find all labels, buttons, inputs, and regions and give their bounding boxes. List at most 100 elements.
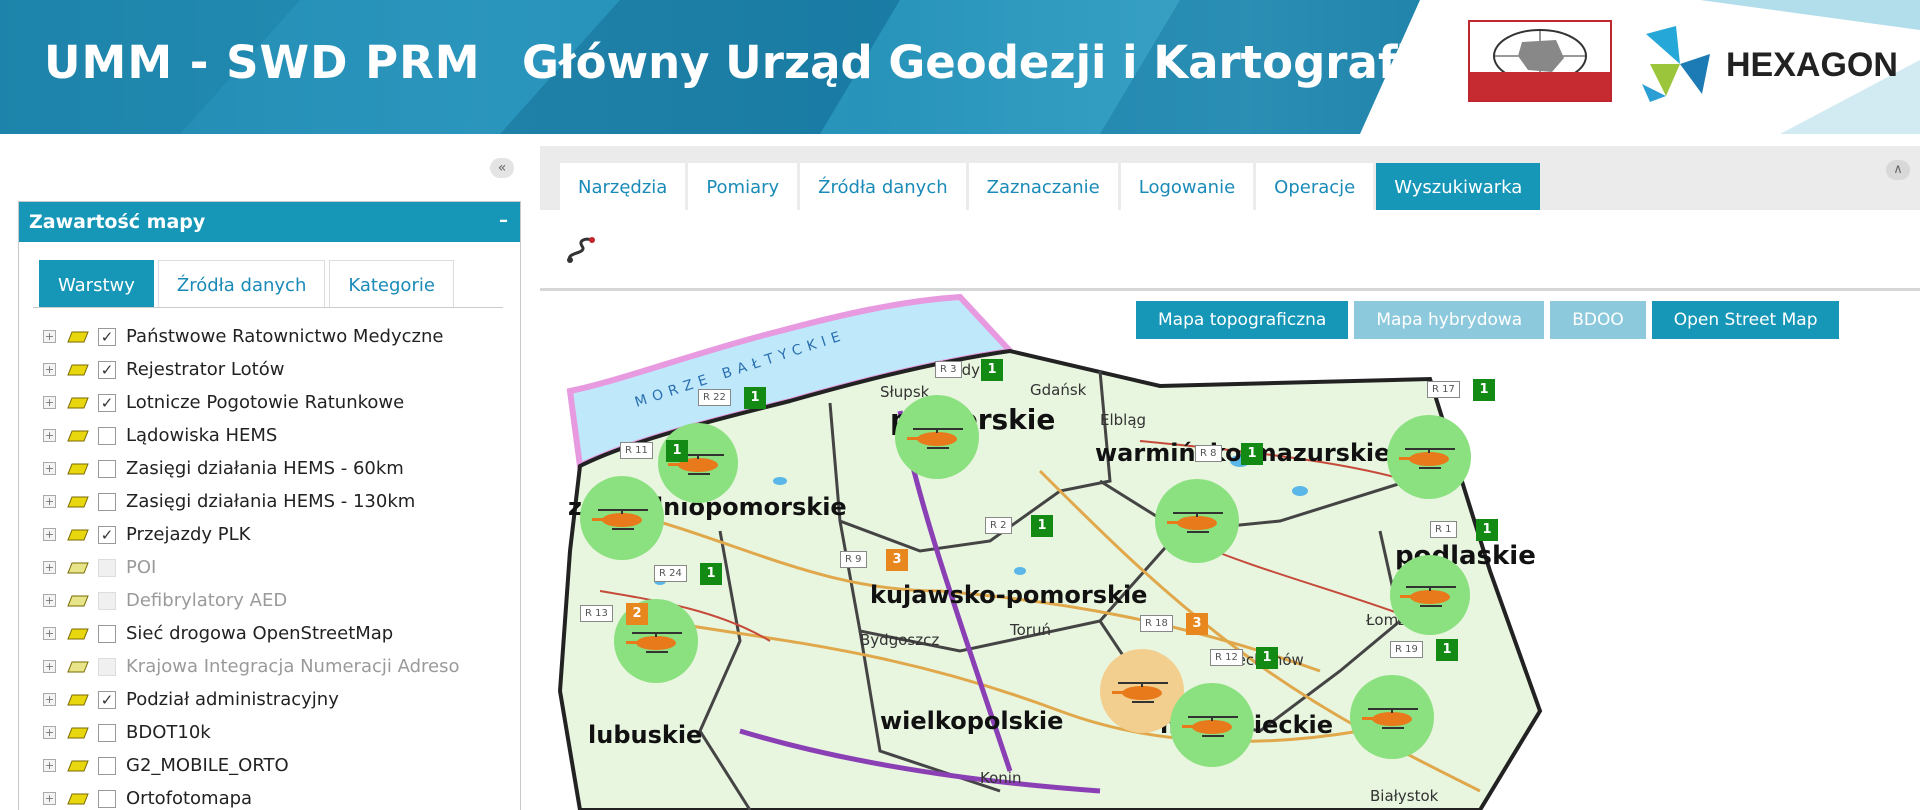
- marker-callout: R 1: [1430, 521, 1457, 538]
- layer-row[interactable]: + BDOT10k: [43, 716, 523, 749]
- map-content-title: Zawartość mapy: [29, 211, 206, 233]
- collapse-toolbar-button[interactable]: ∧: [1886, 160, 1910, 180]
- layer-row[interactable]: + Defibrylatory AED: [43, 584, 523, 617]
- layer-checkbox[interactable]: [98, 657, 116, 676]
- route-icon[interactable]: [564, 234, 598, 266]
- expand-icon[interactable]: +: [43, 594, 56, 607]
- marker-count-badge[interactable]: 1: [744, 387, 766, 409]
- layer-checkbox[interactable]: ✓: [98, 690, 116, 709]
- layer-row[interactable]: + Sieć drogowa OpenStreetMap: [43, 617, 523, 650]
- helicopter-icon: [592, 509, 648, 530]
- marker-count-badge[interactable]: 1: [1476, 519, 1498, 541]
- layer-checkbox[interactable]: [98, 591, 116, 610]
- marker-callout: R 13: [580, 605, 613, 622]
- expand-icon[interactable]: +: [43, 759, 56, 772]
- map-view[interactable]: Mapa topograficzna Mapa hybrydowa BDOO O…: [540, 291, 1920, 810]
- tab-wyszukiwarka[interactable]: Wyszukiwarka: [1376, 163, 1541, 210]
- marker-count-badge[interactable]: 3: [1186, 613, 1208, 635]
- layer-checkbox[interactable]: [98, 624, 116, 643]
- tab-zaznaczanie[interactable]: Zaznaczanie: [968, 163, 1118, 210]
- layer-row[interactable]: + Zasięgi działania HEMS - 130km: [43, 485, 523, 518]
- layer-label: Krajowa Integracja Numeracji Adreso: [126, 656, 460, 677]
- marker-count-badge[interactable]: 1: [1256, 647, 1278, 669]
- marker-callout: R 22: [698, 389, 731, 406]
- expand-icon[interactable]: +: [43, 528, 56, 541]
- helicopter-icon: [1400, 586, 1456, 607]
- expand-icon[interactable]: +: [43, 495, 56, 508]
- layer-row[interactable]: + G2_MOBILE_ORTO: [43, 749, 523, 782]
- layer-checkbox[interactable]: [98, 756, 116, 775]
- expand-icon[interactable]: +: [43, 627, 56, 640]
- map-content-header[interactable]: Zawartość mapy –: [19, 202, 520, 242]
- helicopter-cluster-marker[interactable]: [1155, 479, 1239, 563]
- layer-icon: [67, 793, 89, 804]
- basemap-hybrid-button[interactable]: Mapa hybrydowa: [1354, 301, 1545, 339]
- layer-checkbox[interactable]: ✓: [98, 393, 116, 412]
- layer-icon: [67, 331, 89, 342]
- layer-row[interactable]: + ✓ Podział administracyjny: [43, 683, 523, 716]
- layer-row[interactable]: + ✓ Państwowe Ratownictwo Medyczne: [43, 320, 523, 353]
- layer-label: Państwowe Ratownictwo Medyczne: [126, 326, 444, 347]
- marker-count-badge[interactable]: 1: [1241, 443, 1263, 465]
- helicopter-cluster-marker[interactable]: [580, 476, 664, 560]
- helicopter-cluster-marker[interactable]: [895, 395, 979, 479]
- layer-icon: [67, 496, 89, 507]
- basemap-osm-button[interactable]: Open Street Map: [1651, 301, 1840, 339]
- helicopter-cluster-marker[interactable]: [1390, 555, 1470, 635]
- tab-zrodla-danych[interactable]: Źródła danych: [157, 260, 326, 308]
- marker-count-badge[interactable]: 2: [626, 603, 648, 625]
- marker-count-badge[interactable]: 1: [1436, 639, 1458, 661]
- marker-count-badge[interactable]: 1: [700, 563, 722, 585]
- tab-narzedzia[interactable]: Narzędzia: [560, 163, 686, 210]
- marker-count-badge[interactable]: 1: [1473, 379, 1495, 401]
- marker-callout: R 17: [1427, 381, 1460, 398]
- collapse-left-panel-button[interactable]: «: [490, 158, 514, 178]
- tab-operacje[interactable]: Operacje: [1256, 163, 1374, 210]
- marker-count-badge[interactable]: 1: [666, 440, 688, 462]
- layer-checkbox[interactable]: [98, 723, 116, 742]
- layer-row[interactable]: + Lądowiska HEMS: [43, 419, 523, 452]
- expand-icon[interactable]: +: [43, 792, 56, 805]
- layer-checkbox[interactable]: [98, 426, 116, 445]
- layer-row[interactable]: + Krajowa Integracja Numeracji Adreso: [43, 650, 523, 683]
- layer-checkbox[interactable]: ✓: [98, 360, 116, 379]
- expand-icon[interactable]: +: [43, 660, 56, 673]
- layer-checkbox[interactable]: [98, 789, 116, 808]
- layer-checkbox[interactable]: [98, 492, 116, 511]
- layer-checkbox[interactable]: [98, 558, 116, 577]
- marker-count-badge[interactable]: 1: [1031, 515, 1053, 537]
- basemap-topographic-button[interactable]: Mapa topograficzna: [1136, 301, 1349, 339]
- expand-icon[interactable]: +: [43, 726, 56, 739]
- marker-count-badge[interactable]: 1: [981, 359, 1003, 381]
- marker-callout: R 24: [654, 565, 687, 582]
- layer-row[interactable]: + POI: [43, 551, 523, 584]
- helicopter-cluster-marker[interactable]: [1170, 683, 1254, 767]
- layer-checkbox[interactable]: ✓: [98, 327, 116, 346]
- tab-kategorie[interactable]: Kategorie: [329, 260, 454, 308]
- tab-warstwy[interactable]: Warstwy: [39, 260, 154, 308]
- layer-checkbox[interactable]: ✓: [98, 525, 116, 544]
- expand-icon[interactable]: +: [43, 561, 56, 574]
- tab-zrodla-danych-top[interactable]: Źródła danych: [800, 163, 966, 210]
- marker-count-badge[interactable]: 3: [886, 549, 908, 571]
- expand-icon[interactable]: +: [43, 693, 56, 706]
- helicopter-cluster-marker[interactable]: [658, 423, 738, 503]
- tab-logowanie[interactable]: Logowanie: [1120, 163, 1254, 210]
- layer-checkbox[interactable]: [98, 459, 116, 478]
- layer-row[interactable]: + ✓ Rejestrator Lotów: [43, 353, 523, 386]
- layer-row[interactable]: + ✓ Przejazdy PLK: [43, 518, 523, 551]
- layer-row[interactable]: + ✓ Lotnicze Pogotowie Ratunkowe: [43, 386, 523, 419]
- region-label-wielkopolskie: wielkopolskie: [880, 707, 1064, 735]
- layer-row[interactable]: + Ortofotomapa: [43, 782, 523, 810]
- expand-icon[interactable]: +: [43, 429, 56, 442]
- tab-pomiary[interactable]: Pomiary: [688, 163, 798, 210]
- expand-icon[interactable]: +: [43, 330, 56, 343]
- expand-icon[interactable]: +: [43, 363, 56, 376]
- basemap-bdoo-button[interactable]: BDOO: [1550, 301, 1646, 339]
- layer-row[interactable]: + Zasięgi działania HEMS - 60km: [43, 452, 523, 485]
- minimize-icon[interactable]: –: [499, 210, 508, 231]
- expand-icon[interactable]: +: [43, 462, 56, 475]
- helicopter-cluster-marker[interactable]: [1350, 675, 1434, 759]
- expand-icon[interactable]: +: [43, 396, 56, 409]
- helicopter-cluster-marker[interactable]: [1387, 415, 1471, 499]
